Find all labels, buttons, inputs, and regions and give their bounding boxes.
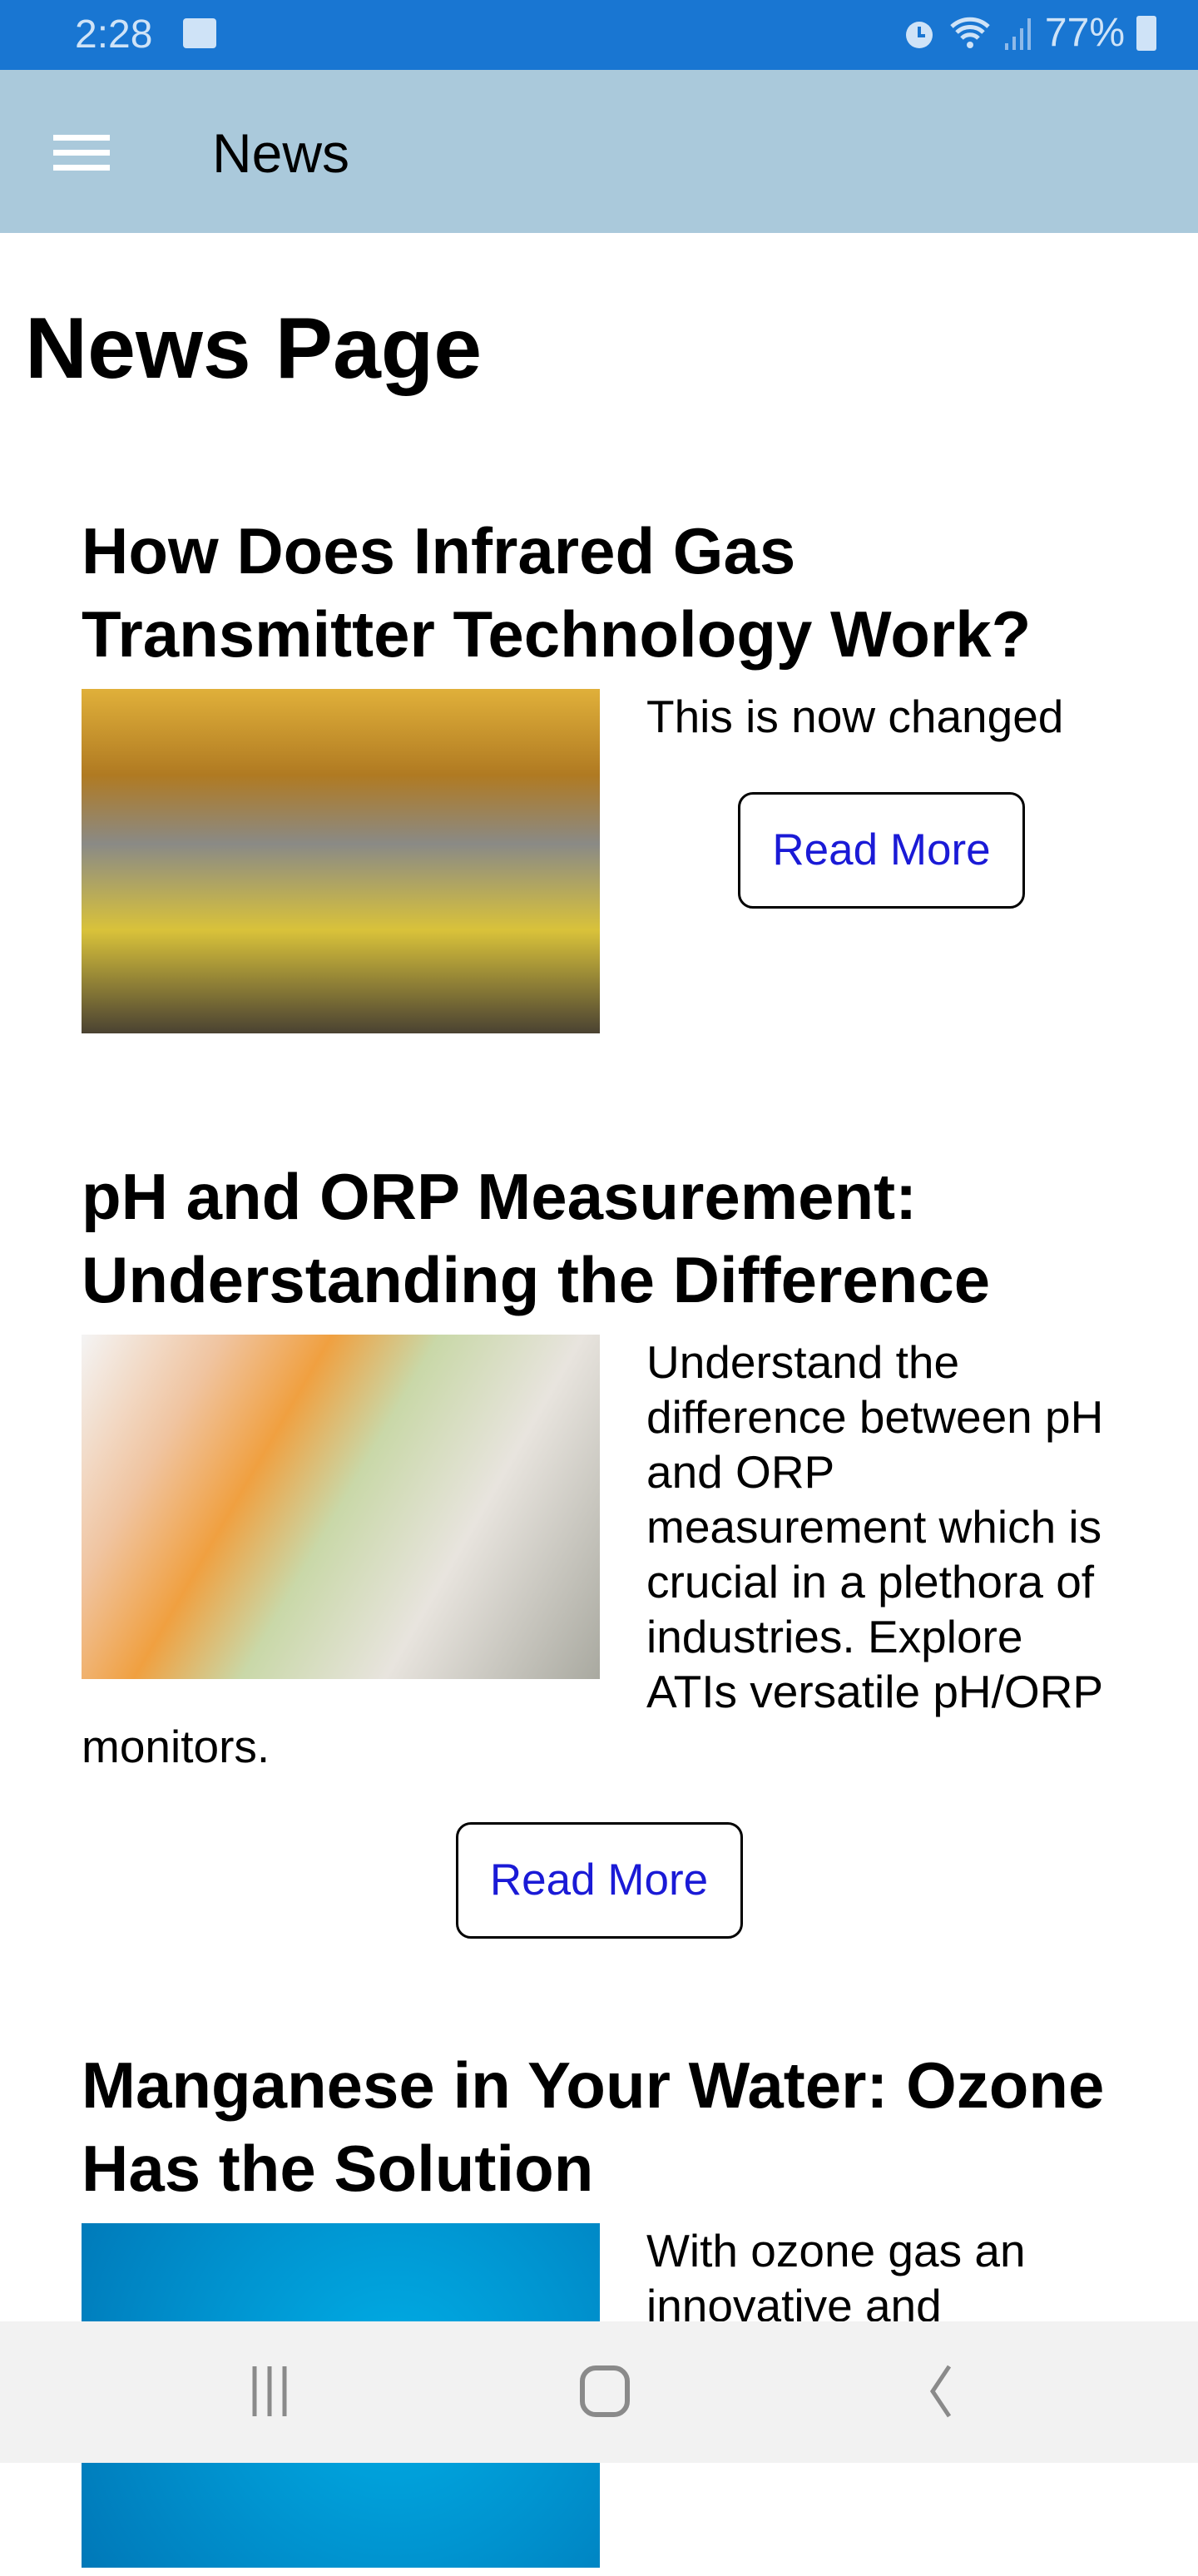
app-bar: News bbox=[0, 70, 1198, 233]
signal-icon bbox=[1004, 17, 1031, 50]
news-content: News Page How Does Infrared Gas Transmit… bbox=[0, 233, 1198, 2576]
home-icon[interactable] bbox=[567, 2355, 642, 2430]
read-more-button[interactable]: Read More bbox=[738, 792, 1025, 909]
status-bar: 2:28 77% bbox=[0, 0, 1198, 70]
status-time: 2:28 bbox=[75, 12, 153, 57]
image-icon bbox=[183, 18, 216, 48]
back-icon[interactable] bbox=[903, 2355, 978, 2430]
article-card: pH and ORP Measurement: Understanding th… bbox=[82, 1155, 1116, 1939]
recent-apps-icon[interactable] bbox=[232, 2355, 307, 2430]
page-title: News Page bbox=[25, 300, 483, 397]
battery-percent: 77% bbox=[1044, 11, 1125, 55]
article-image[interactable] bbox=[82, 1335, 600, 1679]
hamburger-icon[interactable] bbox=[53, 135, 110, 171]
battery-charging-icon bbox=[1136, 15, 1156, 51]
article-title: pH and ORP Measurement: Understanding th… bbox=[82, 1160, 991, 1316]
article-image[interactable] bbox=[82, 689, 600, 1033]
read-more-button[interactable]: Read More bbox=[455, 1822, 743, 1939]
system-nav-bar bbox=[0, 2321, 1198, 2463]
article-card: Manganese in Your Water: Ozone Has the S… bbox=[82, 2043, 1116, 2568]
article-title: Manganese in Your Water: Ozone Has the S… bbox=[82, 2048, 1105, 2205]
app-bar-title: News bbox=[212, 122, 350, 184]
article-card: How Does Infrared Gas Transmitter Techno… bbox=[82, 509, 1116, 1042]
article-title: How Does Infrared Gas Transmitter Techno… bbox=[82, 514, 1032, 671]
wifi-icon bbox=[950, 17, 990, 48]
alarm-icon bbox=[905, 21, 933, 48]
